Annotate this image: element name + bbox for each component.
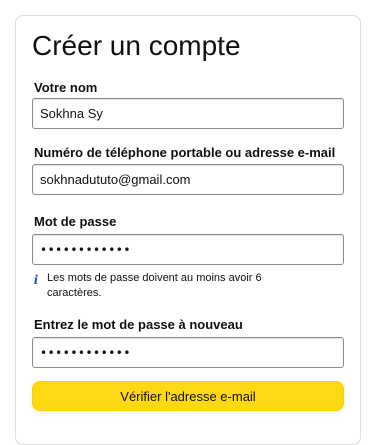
contact-label: Numéro de téléphone portable ou adresse …: [34, 145, 336, 160]
contact-input[interactable]: [32, 164, 344, 195]
name-label: Votre nom: [34, 80, 98, 95]
info-icon: i: [33, 273, 39, 287]
password-hint-text: Les mots de passe doivent au moins avoir…: [47, 272, 262, 299]
name-input[interactable]: [32, 98, 344, 129]
verify-email-button[interactable]: Vérifier l'adresse e-mail: [32, 381, 344, 411]
password-label: Mot de passe: [34, 214, 117, 229]
password-confirm-label: Entrez le mot de passe à nouveau: [34, 317, 243, 332]
password-input[interactable]: [32, 234, 344, 265]
page-title: Créer un compte: [32, 30, 241, 61]
password-confirm-input[interactable]: [32, 337, 344, 368]
